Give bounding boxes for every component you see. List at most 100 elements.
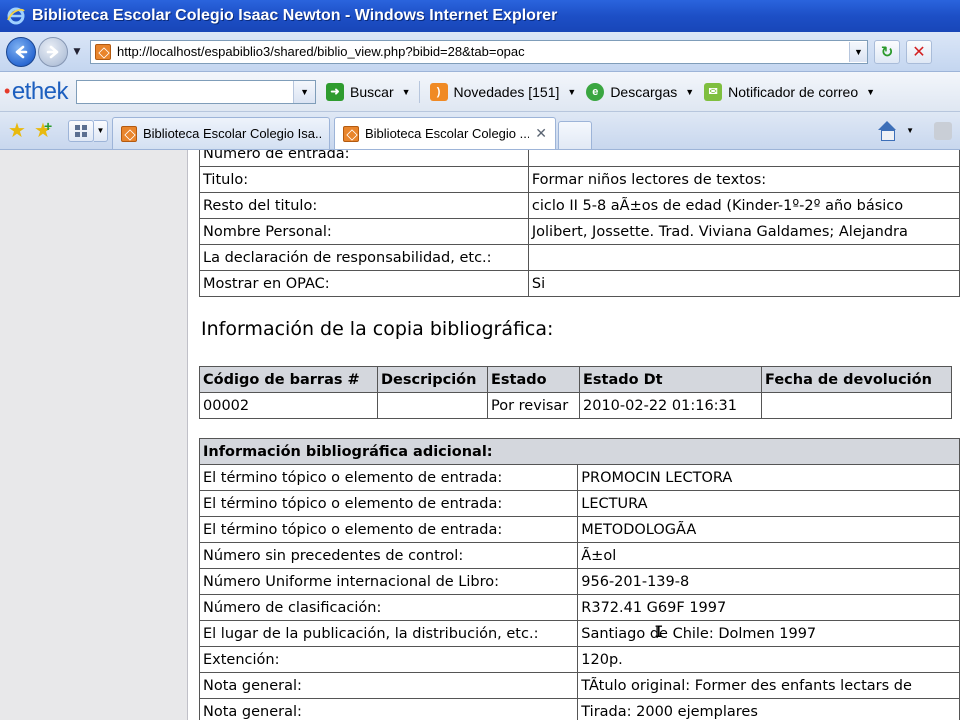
notificador-dropdown[interactable]: ▼: [866, 87, 875, 97]
notificador-button[interactable]: ✉ Notificador de correo: [704, 82, 858, 101]
descargas-label: Descargas: [610, 83, 678, 100]
rss-icon: ): [429, 82, 448, 101]
table-row: Número de entrada:: [199, 150, 960, 167]
ethek-toolbar: • ethek ▼ ➜ Buscar ▼ ) Novedades [151] ▼…: [0, 72, 960, 112]
field-value: METODOLOGÃA: [577, 516, 960, 543]
site-favicon-icon: [121, 125, 137, 142]
field-value: [527, 150, 960, 167]
arrow-left-icon: [15, 45, 28, 58]
table-row: Nota general: Tirada: 2000 ejemplares: [198, 698, 960, 720]
stop-button[interactable]: ✕: [906, 39, 932, 64]
grid-icon: [75, 124, 87, 137]
field-value: 956-201-139-8: [577, 568, 960, 595]
field-value: LECTURA: [577, 490, 960, 517]
descargas-dropdown[interactable]: ▼: [685, 87, 694, 97]
tab-2-active[interactable]: Biblioteca Escolar Colegio ... ✕: [334, 117, 556, 149]
field-label: Número de entrada:: [199, 150, 529, 167]
ethek-logo-text: ethek: [11, 77, 69, 105]
field-label: Nota general:: [198, 698, 579, 720]
field-label: Número sin precedentes de control:: [198, 542, 579, 569]
field-value: TÃtulo original: Former des enfants lect…: [577, 672, 960, 699]
field-label: La declaración de responsabilidad, etc.:: [199, 244, 529, 271]
url-field[interactable]: http://localhost/espabiblio3/shared/bibl…: [90, 39, 868, 64]
novedades-button[interactable]: ) Novedades [151]: [429, 82, 560, 101]
field-label: Titulo:: [199, 166, 529, 193]
toolbar-separator: [418, 80, 420, 103]
field-label: El lugar de la publicación, la distribuc…: [198, 620, 579, 647]
window-title: Biblioteca Escolar Colegio Isaac Newton …: [32, 7, 558, 24]
field-label: Número de clasificación:: [198, 594, 579, 621]
tab-1-label: Biblioteca Escolar Colegio Isa...: [143, 126, 321, 141]
field-label: El término tópico o elemento de entrada:: [198, 516, 579, 543]
additional-info-header: Información bibliográfica adicional:: [199, 438, 960, 465]
table-row: 00002 Por revisar 2010-02-22 01:16:31: [199, 392, 952, 419]
column-header: Fecha de devolución: [761, 366, 952, 393]
copy-section-title: Información de la copia bibliográfica:: [201, 318, 554, 340]
table-row: Mostrar en OPAC: Si: [199, 270, 960, 297]
table-row: Nota general: TÃtulo original: Former des…: [198, 672, 960, 699]
ethek-dot-icon: •: [4, 81, 10, 101]
table-header-row: Código de barras # Descripción Estado Es…: [199, 366, 952, 393]
table-cell: [761, 392, 952, 419]
field-value: 120p.: [577, 646, 960, 673]
site-favicon-icon: [343, 125, 359, 142]
mail-icon: ✉: [704, 82, 723, 101]
forward-button[interactable]: [38, 36, 68, 67]
tab-list-dropdown[interactable]: ▼: [94, 119, 108, 142]
site-favicon-icon: [95, 43, 111, 60]
table-row: El lugar de la publicación, la distribuc…: [198, 620, 960, 647]
field-value: R372.41 G69F 1997: [577, 594, 960, 621]
novedades-label: Novedades [151]: [453, 83, 560, 100]
address-bar: ▼ http://localhost/espabiblio3/shared/bi…: [0, 32, 960, 72]
table-row: El término tópico o elemento de entrada:…: [198, 464, 960, 491]
table-row: Extención: 120p.: [198, 646, 960, 673]
buscar-label: Buscar: [350, 83, 394, 100]
ethek-logo[interactable]: • ethek: [4, 77, 69, 106]
refresh-button[interactable]: ↻: [874, 39, 900, 64]
recent-pages-dropdown[interactable]: ▼: [70, 42, 84, 62]
buscar-button[interactable]: ➜ Buscar: [326, 82, 394, 101]
add-favorite-icon[interactable]: ★: [32, 116, 54, 146]
back-button[interactable]: [6, 36, 36, 67]
window-titlebar[interactable]: Biblioteca Escolar Colegio Isaac Newton …: [0, 0, 960, 32]
ethek-search-input[interactable]: ▼: [76, 79, 317, 104]
descargas-button[interactable]: e Descargas: [586, 82, 678, 101]
feeds-icon[interactable]: [934, 121, 952, 140]
buscar-dropdown[interactable]: ▼: [402, 87, 411, 97]
field-value: Ã±ol: [577, 542, 960, 569]
home-dropdown[interactable]: ▼: [906, 126, 914, 135]
field-label: Nombre Personal:: [199, 218, 529, 245]
tab-bar: ★ ★ ▼ Biblioteca Escolar Colegio Isa... …: [0, 112, 960, 150]
field-label: El término tópico o elemento de entrada:: [198, 490, 579, 517]
field-label: El término tópico o elemento de entrada:: [198, 464, 579, 491]
tab-close-icon[interactable]: ✕: [535, 125, 547, 142]
field-label: Mostrar en OPAC:: [199, 270, 529, 297]
ethek-search-dropdown[interactable]: ▼: [293, 80, 316, 103]
column-header: Código de barras #: [199, 366, 378, 393]
home-icon[interactable]: [876, 120, 898, 141]
additional-info-table: Información bibliográfica adicional: El …: [198, 438, 960, 720]
field-value: Tirada: 2000 ejemplares: [577, 698, 960, 720]
novedades-dropdown[interactable]: ▼: [567, 87, 576, 97]
tab-2-label: Biblioteca Escolar Colegio ...: [365, 126, 530, 141]
quick-tabs-button[interactable]: [68, 119, 94, 142]
table-row: Resto del titulo: ciclo II 5-8 aÃ±os de e…: [199, 192, 960, 219]
new-tab-button[interactable]: [558, 121, 592, 149]
field-value: Santiago de Chile: Dolmen 1997: [577, 620, 960, 647]
column-header: Descripción: [377, 366, 488, 393]
url-dropdown-button[interactable]: ▼: [849, 41, 867, 62]
search-go-icon: ➜: [326, 82, 345, 101]
field-value: Formar niños lectores de textos:: [527, 166, 960, 193]
favorites-star-icon[interactable]: ★: [6, 116, 28, 146]
column-header: Estado Dt: [579, 366, 762, 393]
table-row: Nombre Personal: Jolibert, Jossette. Trad…: [199, 218, 960, 245]
table-header-row: Información bibliográfica adicional:: [199, 438, 960, 465]
field-value: [527, 244, 960, 271]
main-panel: Número de entrada: Titulo: Formar niños l…: [189, 150, 960, 720]
tab-1[interactable]: Biblioteca Escolar Colegio Isa...: [112, 117, 330, 149]
table-row: Titulo: Formar niños lectores de textos:: [199, 166, 960, 193]
url-text: http://localhost/espabiblio3/shared/bibl…: [117, 44, 525, 59]
field-label: Extención:: [198, 646, 579, 673]
field-value: PROMOCIN LECTORA: [577, 464, 960, 491]
refresh-icon: ↻: [880, 42, 894, 61]
